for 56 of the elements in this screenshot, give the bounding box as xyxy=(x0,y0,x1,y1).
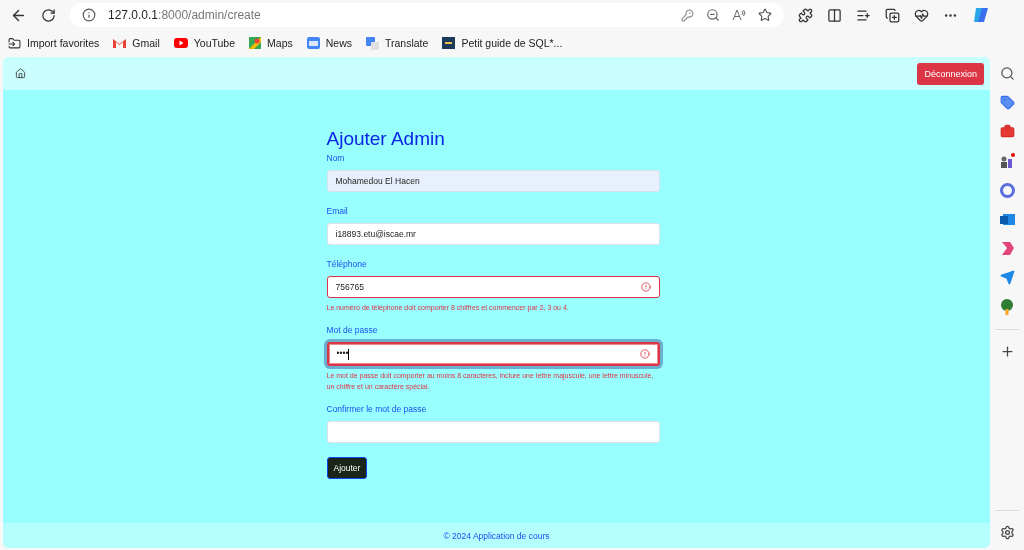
read-aloud-icon[interactable] xyxy=(732,9,746,21)
copilot-icon[interactable] xyxy=(972,6,990,24)
info-icon xyxy=(82,8,96,22)
heart-icon[interactable] xyxy=(914,7,929,23)
split-screen-icon[interactable] xyxy=(827,7,842,23)
map-icon xyxy=(249,37,262,49)
logout-button[interactable]: Déconnexion xyxy=(917,62,984,85)
favorites-icon[interactable] xyxy=(856,7,871,23)
bookmark[interactable]: News xyxy=(306,37,352,49)
field-label: Mot de passe xyxy=(326,325,379,335)
error-icon xyxy=(640,282,651,292)
submit-button[interactable]: Ajouter xyxy=(326,457,368,479)
bookmark[interactable]: Petit guide de SQL*... xyxy=(442,37,563,49)
puzzle-icon[interactable] xyxy=(798,7,813,23)
star-icon[interactable] xyxy=(758,8,772,22)
play-icon xyxy=(173,38,188,48)
settings-icon[interactable] xyxy=(999,525,1015,540)
zoom-out-icon[interactable] xyxy=(706,8,720,22)
field-label: Téléphone xyxy=(326,259,368,269)
mail-icon xyxy=(113,38,127,48)
form-title: Ajouter Admin xyxy=(326,128,446,150)
address-bar[interactable]: 127.0.0.1:8000/admin/create xyxy=(70,3,784,27)
add-icon[interactable] xyxy=(999,344,1015,359)
input-field[interactable]: •••• xyxy=(326,342,660,366)
bookmark[interactable]: Gmail xyxy=(113,37,160,49)
import-icon xyxy=(8,36,21,50)
news-icon xyxy=(306,37,320,49)
field-label: Nom xyxy=(326,153,346,163)
input-field[interactable] xyxy=(326,421,660,443)
footer-text: © 2024 Application de cours xyxy=(3,523,990,548)
field-label: Confirmer le mot de passe xyxy=(326,404,428,414)
tag-icon[interactable] xyxy=(999,95,1015,110)
input-field[interactable]: Mohamedou El Hacen xyxy=(326,170,660,192)
tree-icon[interactable] xyxy=(1000,299,1014,315)
chess-icon[interactable] xyxy=(999,153,1015,169)
input-field[interactable]: 756765 xyxy=(326,276,660,298)
toolbox-icon[interactable] xyxy=(999,124,1015,139)
circle-logo-icon[interactable] xyxy=(999,183,1015,198)
mail-app-icon[interactable] xyxy=(999,212,1015,227)
bookmark[interactable]: YouTube xyxy=(173,37,236,49)
home-icon[interactable] xyxy=(15,68,26,79)
key-icon[interactable] xyxy=(681,8,694,22)
document-icon xyxy=(442,37,456,49)
ribbon-icon[interactable] xyxy=(999,241,1015,256)
bookmark[interactable]: Translate xyxy=(366,36,429,50)
translate-icon xyxy=(366,36,379,50)
input-field[interactable]: i18893.etu@iscae.mr xyxy=(326,223,660,245)
search-icon[interactable] xyxy=(999,66,1015,81)
bookmark[interactable]: Maps xyxy=(249,37,293,49)
bookmark[interactable]: Import favorites xyxy=(8,36,100,50)
send-icon[interactable] xyxy=(999,270,1015,285)
error-icon xyxy=(639,349,650,359)
reload-icon[interactable] xyxy=(41,7,56,23)
url-text: 127.0.0.1:8000/admin/create xyxy=(108,8,261,22)
field-label: Email xyxy=(326,206,349,216)
collections-icon[interactable] xyxy=(885,7,900,23)
